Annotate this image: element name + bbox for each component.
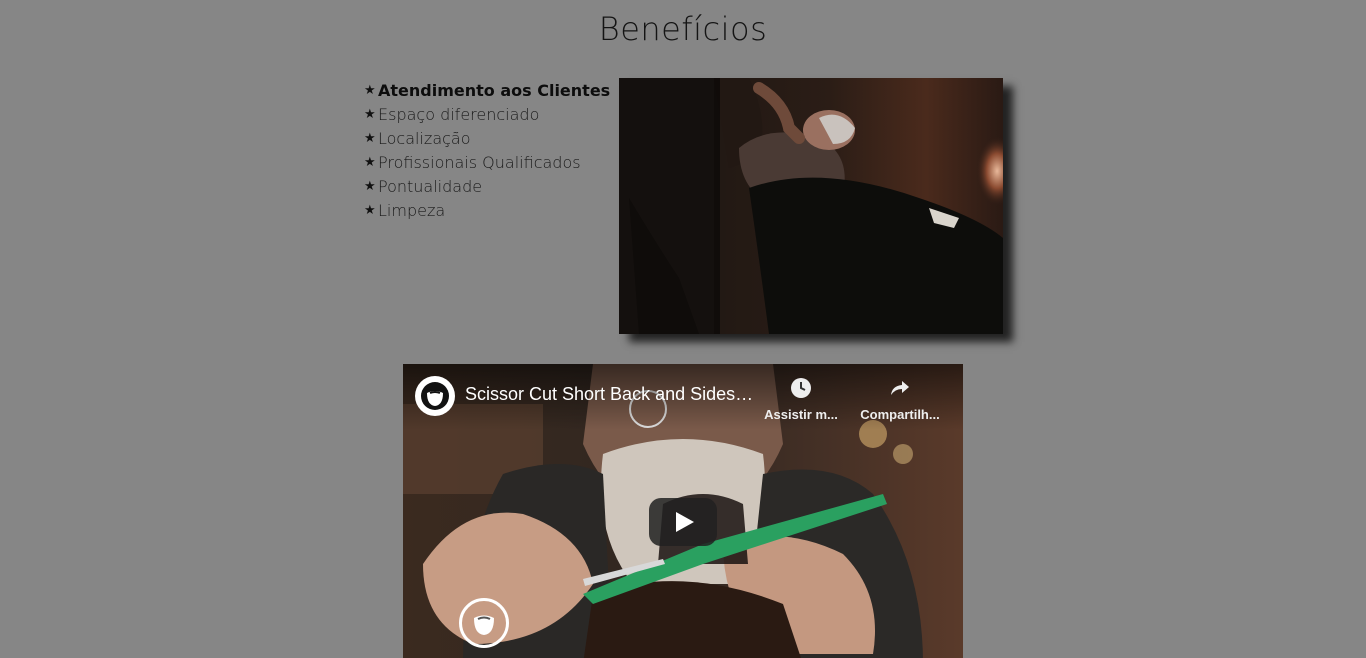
- video-embed[interactable]: Scissor Cut Short Back and Sides ... Ass…: [403, 364, 963, 658]
- barber-photo-illustration: [619, 78, 1003, 334]
- star-icon: ★: [364, 202, 376, 218]
- watch-later-label: Assistir m...: [764, 407, 838, 422]
- channel-watermark[interactable]: [459, 598, 509, 648]
- benefit-item: ★ Espaço diferenciado: [364, 102, 610, 126]
- benefit-item: ★ Profissionais Qualificados: [364, 150, 610, 174]
- play-button[interactable]: [649, 498, 717, 546]
- beard-logo-icon: [421, 382, 449, 410]
- benefits-list: ★ Atendimento aos Clientes ★ Espaço dife…: [364, 78, 610, 222]
- barber-photo: [619, 78, 1003, 334]
- benefit-item: ★ Limpeza: [364, 198, 610, 222]
- star-icon: ★: [364, 106, 376, 122]
- star-icon: ★: [364, 82, 376, 98]
- benefit-label: Limpeza: [378, 200, 446, 220]
- share-label: Compartilh...: [860, 407, 940, 422]
- channel-avatar[interactable]: [415, 376, 455, 416]
- benefit-label: Pontualidade: [378, 176, 483, 196]
- clock-icon: [791, 378, 811, 398]
- star-icon: ★: [364, 130, 376, 146]
- star-icon: ★: [364, 178, 376, 194]
- share-button[interactable]: Compartilh...: [858, 376, 942, 422]
- watch-later-button[interactable]: Assistir m...: [759, 376, 843, 422]
- star-icon: ★: [364, 154, 376, 170]
- benefit-item: ★ Pontualidade: [364, 174, 610, 198]
- video-title[interactable]: Scissor Cut Short Back and Sides ...: [465, 384, 755, 405]
- benefit-label: Espaço diferenciado: [378, 104, 540, 124]
- benefit-label: Profissionais Qualificados: [378, 152, 581, 172]
- benefit-label: Atendimento aos Clientes: [378, 80, 611, 100]
- benefit-label: Localização: [378, 128, 471, 148]
- beard-watermark-icon: [474, 615, 494, 635]
- section-title: Benefícios: [598, 10, 768, 48]
- page: Benefícios ★ Atendimento aos Clientes ★ …: [0, 0, 1366, 658]
- share-arrow-icon: [891, 381, 909, 395]
- benefit-item: ★ Atendimento aos Clientes: [364, 78, 610, 102]
- benefit-item: ★ Localização: [364, 126, 610, 150]
